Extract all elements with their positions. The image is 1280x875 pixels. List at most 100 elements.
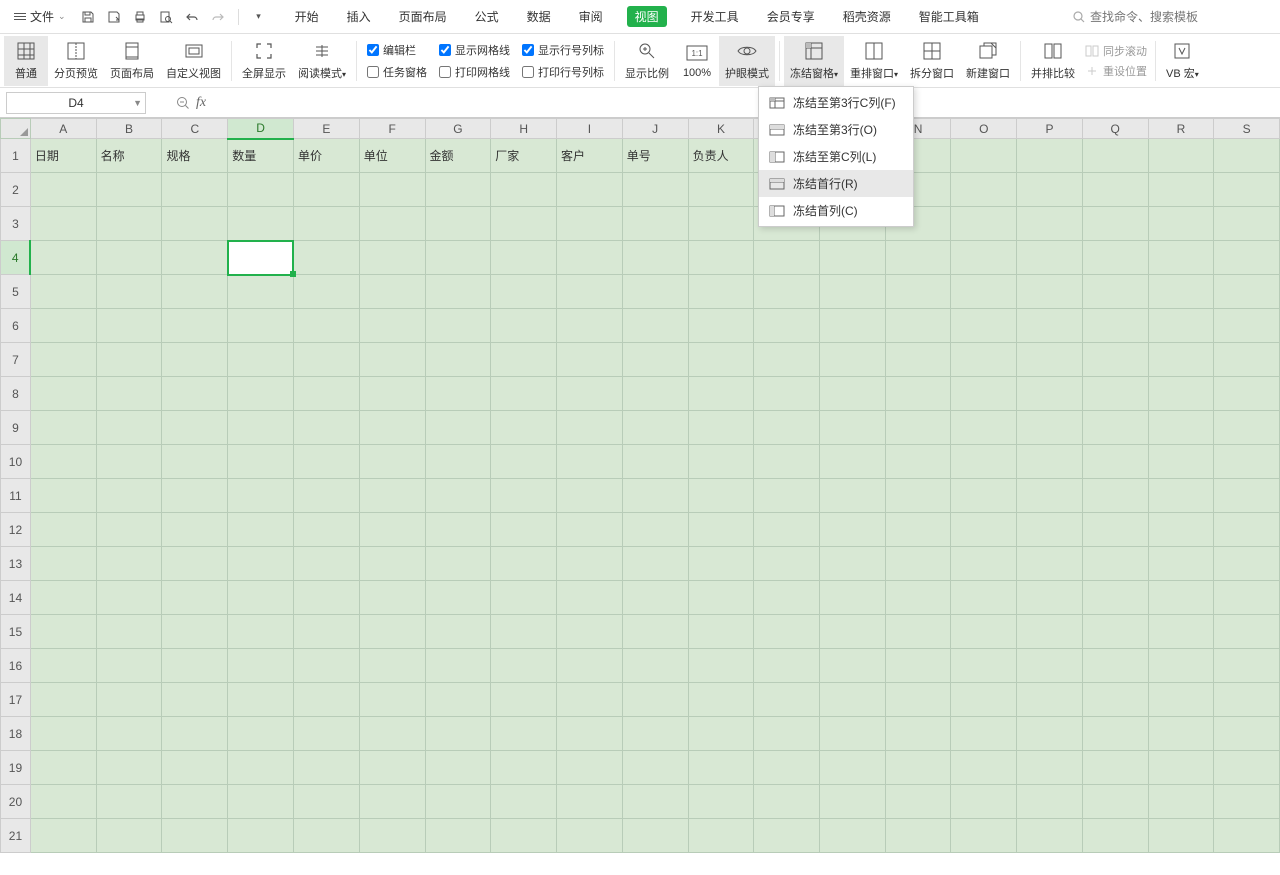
- tab-会员专享[interactable]: 会员专享: [763, 5, 819, 28]
- cell-B13[interactable]: [96, 547, 162, 581]
- cell-J7[interactable]: [622, 343, 688, 377]
- read-mode-button[interactable]: 阅读模式▾: [292, 36, 352, 86]
- col-header-F[interactable]: F: [359, 119, 425, 139]
- cell-M4[interactable]: [820, 241, 886, 275]
- cell-J2[interactable]: [622, 173, 688, 207]
- cell-F14[interactable]: [359, 581, 425, 615]
- name-box[interactable]: D4 ▼: [6, 92, 146, 114]
- tab-视图[interactable]: 视图: [627, 6, 667, 27]
- row-header-9[interactable]: 9: [1, 411, 31, 445]
- cell-S21[interactable]: [1214, 819, 1280, 853]
- cell-F6[interactable]: [359, 309, 425, 343]
- cell-F1[interactable]: 单位: [359, 139, 425, 173]
- cell-A11[interactable]: [30, 479, 96, 513]
- chk-editbar[interactable]: 编辑栏: [367, 42, 427, 58]
- cell-E3[interactable]: [293, 207, 359, 241]
- cell-R5[interactable]: [1148, 275, 1214, 309]
- cell-S11[interactable]: [1214, 479, 1280, 513]
- cell-L9[interactable]: [754, 411, 820, 445]
- cell-F8[interactable]: [359, 377, 425, 411]
- cell-G10[interactable]: [425, 445, 491, 479]
- cell-E15[interactable]: [293, 615, 359, 649]
- cell-J18[interactable]: [622, 717, 688, 751]
- chk-taskpane[interactable]: 任务窗格: [367, 64, 427, 80]
- cell-S10[interactable]: [1214, 445, 1280, 479]
- cell-Q15[interactable]: [1082, 615, 1148, 649]
- cell-S13[interactable]: [1214, 547, 1280, 581]
- cell-L12[interactable]: [754, 513, 820, 547]
- cell-P21[interactable]: [1017, 819, 1083, 853]
- cell-B10[interactable]: [96, 445, 162, 479]
- cell-F10[interactable]: [359, 445, 425, 479]
- cell-D1[interactable]: 数量: [228, 139, 294, 173]
- cell-Q17[interactable]: [1082, 683, 1148, 717]
- cell-H2[interactable]: [491, 173, 557, 207]
- cell-K15[interactable]: [688, 615, 754, 649]
- cell-L13[interactable]: [754, 547, 820, 581]
- fx-icon[interactable]: fx: [196, 95, 206, 111]
- cell-P15[interactable]: [1017, 615, 1083, 649]
- cell-E17[interactable]: [293, 683, 359, 717]
- cell-H10[interactable]: [491, 445, 557, 479]
- row-header-2[interactable]: 2: [1, 173, 31, 207]
- cell-L15[interactable]: [754, 615, 820, 649]
- cell-A18[interactable]: [30, 717, 96, 751]
- cell-K19[interactable]: [688, 751, 754, 785]
- cell-C18[interactable]: [162, 717, 228, 751]
- cell-J4[interactable]: [622, 241, 688, 275]
- cell-I11[interactable]: [557, 479, 623, 513]
- cell-P9[interactable]: [1017, 411, 1083, 445]
- cell-N10[interactable]: [885, 445, 951, 479]
- cell-H5[interactable]: [491, 275, 557, 309]
- cell-C3[interactable]: [162, 207, 228, 241]
- cell-B3[interactable]: [96, 207, 162, 241]
- redo-icon[interactable]: [210, 9, 226, 25]
- cell-K16[interactable]: [688, 649, 754, 683]
- cell-A2[interactable]: [30, 173, 96, 207]
- cell-O18[interactable]: [951, 717, 1017, 751]
- cell-G11[interactable]: [425, 479, 491, 513]
- cell-C21[interactable]: [162, 819, 228, 853]
- cell-S14[interactable]: [1214, 581, 1280, 615]
- cell-P8[interactable]: [1017, 377, 1083, 411]
- cell-F21[interactable]: [359, 819, 425, 853]
- view-pagelayout-button[interactable]: 页面布局: [104, 36, 160, 86]
- split-window-button[interactable]: 拆分窗口: [904, 36, 960, 86]
- cell-Q7[interactable]: [1082, 343, 1148, 377]
- cell-A17[interactable]: [30, 683, 96, 717]
- cell-I17[interactable]: [557, 683, 623, 717]
- row-header-13[interactable]: 13: [1, 547, 31, 581]
- cell-R1[interactable]: [1148, 139, 1214, 173]
- cell-D11[interactable]: [228, 479, 294, 513]
- cell-C12[interactable]: [162, 513, 228, 547]
- cell-R18[interactable]: [1148, 717, 1214, 751]
- cell-R7[interactable]: [1148, 343, 1214, 377]
- cell-R20[interactable]: [1148, 785, 1214, 819]
- cell-D8[interactable]: [228, 377, 294, 411]
- cell-G20[interactable]: [425, 785, 491, 819]
- row-header-14[interactable]: 14: [1, 581, 31, 615]
- cell-I12[interactable]: [557, 513, 623, 547]
- cell-J17[interactable]: [622, 683, 688, 717]
- cell-N5[interactable]: [885, 275, 951, 309]
- cell-J6[interactable]: [622, 309, 688, 343]
- cell-O3[interactable]: [951, 207, 1017, 241]
- cell-Q13[interactable]: [1082, 547, 1148, 581]
- freeze-panes-button[interactable]: 冻结窗格▾: [784, 36, 844, 86]
- row-header-4[interactable]: 4: [1, 241, 31, 275]
- search-box[interactable]: [1072, 10, 1272, 24]
- cell-A7[interactable]: [30, 343, 96, 377]
- cell-F11[interactable]: [359, 479, 425, 513]
- cell-R14[interactable]: [1148, 581, 1214, 615]
- tab-稻壳资源[interactable]: 稻壳资源: [839, 5, 895, 28]
- cell-O17[interactable]: [951, 683, 1017, 717]
- cell-E9[interactable]: [293, 411, 359, 445]
- cell-J8[interactable]: [622, 377, 688, 411]
- cell-S7[interactable]: [1214, 343, 1280, 377]
- cell-P6[interactable]: [1017, 309, 1083, 343]
- cell-D3[interactable]: [228, 207, 294, 241]
- chk-printgrid[interactable]: 打印网格线: [439, 64, 510, 80]
- cell-E14[interactable]: [293, 581, 359, 615]
- cell-G14[interactable]: [425, 581, 491, 615]
- cell-H1[interactable]: 厂家: [491, 139, 557, 173]
